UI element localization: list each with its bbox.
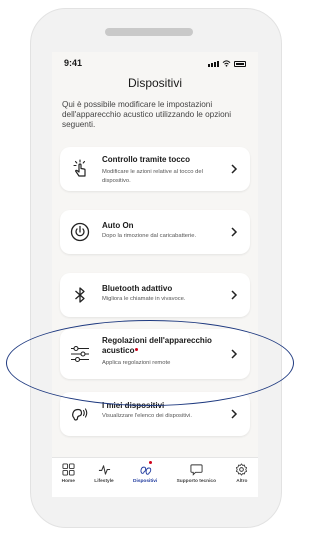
- status-bar: 9:41: [52, 58, 258, 72]
- card-title: Controllo tramite tocco: [102, 155, 191, 164]
- card-adaptive-bluetooth[interactable]: Bluetooth adattivo Migliora le chiamate …: [60, 273, 250, 317]
- tab-label: Home: [61, 479, 75, 484]
- card-subtitle: Visualizzare l'elenco dei dispositivi.: [102, 413, 192, 419]
- status-icons: [208, 60, 246, 67]
- grid-icon: [62, 463, 75, 476]
- tab-label: Supporto tecnico: [176, 479, 217, 484]
- card-title: Auto On: [102, 221, 134, 230]
- hearing-aids-icon: [140, 466, 151, 475]
- highlight-annotation-ellipse: [6, 320, 294, 406]
- card-auto-on[interactable]: Auto On Dopo la rimozione dal caricabatt…: [60, 210, 250, 254]
- tab-more[interactable]: Altro: [226, 458, 258, 497]
- notification-dot: [149, 461, 153, 464]
- status-time: 9:41: [64, 58, 83, 68]
- bottom-tab-bar: Home Lifestyle Dispositivi Supporto tecn…: [52, 457, 258, 497]
- card-title: Bluetooth adattivo: [102, 284, 173, 293]
- battery-icon: [234, 61, 246, 67]
- tab-label: Dispositivi: [133, 479, 158, 484]
- signal-icon: [208, 61, 219, 67]
- card-touch-control[interactable]: Controllo tramite tocco Modificare le az…: [60, 147, 250, 191]
- tab-home[interactable]: Home: [52, 458, 85, 497]
- bluetooth-icon: [75, 287, 85, 303]
- card-subtitle: Dopo la rimozione dal caricabatterie.: [102, 233, 197, 239]
- tab-devices[interactable]: Dispositivi: [123, 458, 167, 497]
- card-subtitle: Modificare le azioni relative al tocco d…: [102, 169, 203, 184]
- chat-icon: [190, 464, 203, 476]
- wifi-icon: [222, 60, 231, 67]
- intro-text: Qui è possibile modificare le impostazio…: [62, 100, 232, 129]
- tab-support[interactable]: Supporto tecnico: [167, 458, 226, 497]
- chevron-right-icon: [231, 409, 238, 419]
- chevron-right-icon: [231, 290, 238, 300]
- card-subtitle: Migliora le chiamate in vivavoce.: [102, 296, 186, 302]
- phone-speaker: [105, 28, 193, 36]
- app-screen: 9:41 Dispositivi Qui è possibile modific…: [52, 52, 258, 497]
- power-icon: [70, 222, 90, 242]
- page-title: Dispositivi: [127, 76, 182, 90]
- touch-icon: [73, 159, 86, 177]
- tab-lifestyle[interactable]: Lifestyle: [85, 458, 124, 497]
- tab-label: Lifestyle: [94, 479, 114, 484]
- gear-icon: [236, 463, 248, 476]
- chevron-right-icon: [231, 164, 238, 174]
- chevron-right-icon: [231, 227, 238, 237]
- tab-label: Altro: [236, 479, 248, 484]
- pulse-icon: [98, 465, 110, 475]
- hearing-aid-icon: [72, 408, 88, 421]
